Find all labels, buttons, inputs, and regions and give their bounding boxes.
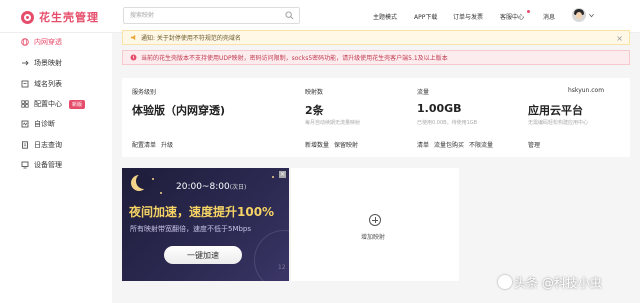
arrow-right-icon xyxy=(22,60,29,66)
chevron-down-icon[interactable] xyxy=(589,13,594,18)
promo-subtitle: 所有映射带宽翻倍，速度不低于5Mbps xyxy=(130,225,252,233)
config-list-link[interactable]: 配置清单 xyxy=(132,142,156,149)
avatar[interactable] xyxy=(572,8,586,22)
top-bar: 花生壳管理 主题模式 APP下载 订单与发票 客服中心 消息 xyxy=(0,0,640,33)
sidebar-item-config[interactable]: 配置中心 新版 xyxy=(21,99,86,109)
promo-time: 20:00~8:00(次日) xyxy=(176,182,247,192)
megaphone-icon xyxy=(130,34,136,41)
mapping-count-label: 映射数 xyxy=(305,89,324,96)
unlimited-traffic-link[interactable]: 不限流量 xyxy=(469,142,493,149)
diagnosis-icon xyxy=(21,120,29,128)
sidebar-item-label: 日志查询 xyxy=(34,141,62,149)
cloud-links: 管理 xyxy=(528,140,545,149)
brand-name: 花生壳管理 xyxy=(39,11,99,24)
sidebar-item-label: 自诊断 xyxy=(34,120,55,128)
new-badge: 新版 xyxy=(69,99,86,109)
watermark-logo-icon xyxy=(498,275,512,289)
promo-ring xyxy=(254,230,289,281)
grid-icon xyxy=(21,100,29,108)
sidebar-item-devices[interactable]: 设备管理 xyxy=(21,160,62,170)
upgrade-link[interactable]: 升级 xyxy=(161,142,173,149)
traffic-list-link[interactable]: 清单 xyxy=(417,142,429,149)
support-notification-dot xyxy=(527,10,530,13)
document-icon xyxy=(22,141,28,149)
watermark-text: 头条 @科技小虫 xyxy=(514,276,602,290)
service-level-label: 服务级别 xyxy=(132,89,157,96)
nav-orders-invoices[interactable]: 订单与发票 xyxy=(453,12,483,21)
mapping-links: 新增数量 保留映射 xyxy=(305,140,363,149)
hskyun-logo: hskyun.com xyxy=(568,87,605,94)
upgrade-alert: 当前的花生壳版本不支持使用UDP映射，密码访问限制，socks5密码功能，请升级… xyxy=(122,50,630,65)
brand-logo[interactable]: 花生壳管理 xyxy=(21,9,99,25)
close-icon[interactable]: × xyxy=(279,171,286,178)
nav-theme-mode[interactable]: 主题模式 xyxy=(373,12,397,21)
device-icon xyxy=(21,161,29,169)
sidebar-item-scene[interactable]: 场景映射 xyxy=(21,58,62,68)
nav-messages[interactable]: 消息 xyxy=(543,12,555,21)
search-input[interactable] xyxy=(124,8,274,23)
nav-app-download[interactable]: APP下载 xyxy=(414,12,437,21)
traffic-links: 清单 流量包购买 不限流量 xyxy=(417,140,498,149)
sidebar-item-label: 设备管理 xyxy=(34,161,62,169)
service-level-value: 体验版（内网穿透) xyxy=(132,104,226,117)
keep-mapping-link[interactable]: 保留映射 xyxy=(334,142,358,149)
notice-text[interactable]: 通知: 关于封停使用不符规范的壳域名 xyxy=(141,33,241,42)
alert-text: 当前的花生壳版本不支持使用UDP映射，密码访问限制，socks5密码功能，请升级… xyxy=(141,55,448,62)
plus-icon[interactable] xyxy=(369,214,381,226)
search-box[interactable] xyxy=(123,7,300,24)
notice-bar[interactable]: 通知: 关于封停使用不符规范的壳域名 × xyxy=(122,30,630,45)
add-mapping-card[interactable]: 增加映射 xyxy=(291,168,459,281)
sidebar-item-label: 内网穿透 xyxy=(34,38,62,46)
list-icon xyxy=(21,80,29,88)
manage-link[interactable]: 管理 xyxy=(528,142,540,149)
traffic-label: 流量 xyxy=(417,89,430,96)
search-icon[interactable] xyxy=(285,11,294,20)
one-click-boost-button[interactable]: 一键加速 xyxy=(164,246,242,264)
cloud-platform-sub: 无需编码轻松构建应用中心 xyxy=(528,120,589,126)
sidebar-item-logs[interactable]: 日志查询 xyxy=(21,140,62,150)
sidebar-item-label: 场景映射 xyxy=(34,59,62,67)
promo-title: 夜间加速，速度提升100% xyxy=(129,205,275,219)
service-links: 配置清单 升级 xyxy=(132,140,178,149)
buy-traffic-link[interactable]: 流量包购买 xyxy=(434,142,464,149)
sidebar-item-intranet[interactable]: 内网穿透 xyxy=(21,37,62,47)
nav-support-center[interactable]: 客服中心 xyxy=(500,12,524,21)
traffic-sub: 已使用0.00B，待使用1GB xyxy=(417,120,478,126)
night-boost-promo[interactable]: 12 20:00~8:00(次日) 夜间加速，速度提升100% 所有映射带宽翻倍… xyxy=(122,168,289,281)
add-quantity-link[interactable]: 新增数量 xyxy=(305,142,329,149)
mapping-count-sub: 每月自动续期无流量映射 xyxy=(305,120,361,126)
sidebar-item-diagnosis[interactable]: 自诊断 xyxy=(21,119,55,129)
globe-icon xyxy=(21,38,29,46)
close-icon[interactable]: × xyxy=(616,34,623,43)
peanut-logo-icon xyxy=(21,10,34,24)
account-summary-panel: 服务级别 体验版（内网穿透) 配置清单 升级 映射数 2条 每月自动续期无流量映射… xyxy=(122,78,630,157)
traffic-value: 1.00GB xyxy=(417,102,462,115)
warning-icon xyxy=(130,54,137,61)
add-mapping-label: 增加映射 xyxy=(361,234,386,241)
promo-ring-tag: 12 xyxy=(278,264,286,271)
cloud-platform-value: 应用云平台 xyxy=(528,104,583,117)
sidebar-item-label: 域名列表 xyxy=(34,80,62,88)
sidebar-item-domains[interactable]: 域名列表 xyxy=(21,79,62,89)
sidebar-item-label: 配置中心 xyxy=(34,100,62,108)
mapping-count-value: 2条 xyxy=(305,104,324,117)
